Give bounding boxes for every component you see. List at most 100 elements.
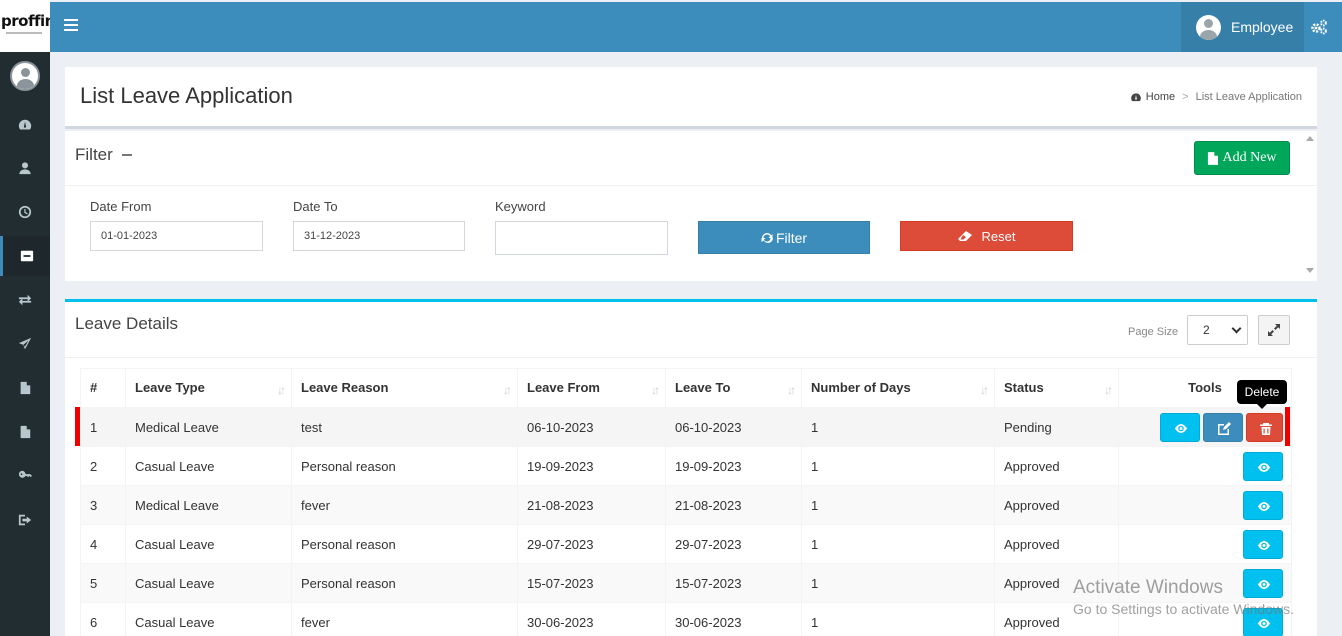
breadcrumb-home[interactable]: Home [1130,91,1175,103]
user-menu[interactable]: Employee [1181,2,1304,52]
exchange-icon [18,294,32,306]
cell-leave-type: Medical Leave [125,485,292,525]
add-new-button[interactable]: Add New [1194,141,1290,175]
table-row[interactable]: 1 Medical Leave test 06-10-2023 06-10-20… [80,407,1292,447]
view-button[interactable] [1160,412,1200,442]
cell-leave-reason: Personal reason [291,563,518,603]
divider [65,357,1317,358]
eye-icon [1258,501,1270,511]
eye-icon [1258,618,1270,628]
delete-button[interactable] [1246,412,1283,442]
keyword-input[interactable] [495,221,668,255]
sidebar-item-reports[interactable] [0,412,50,452]
column-header-leave-to[interactable]: Leave To ↓↑ [665,368,802,409]
view-button[interactable] [1243,529,1283,559]
keyword-label: Keyword [495,199,546,214]
table-row[interactable]: 4 Casual Leave Personal reason 29-07-202… [80,524,1292,564]
reset-button[interactable]: Reset [900,221,1073,251]
cell-number: 2 [80,446,126,486]
activation-watermark-subtitle: Go to Settings to activate Windows. [1073,601,1294,617]
activation-watermark-title: Activate Windows [1073,577,1223,598]
view-button[interactable] [1243,490,1283,520]
sidebar-item-profile[interactable] [0,148,50,188]
cell-leave-from: 15-07-2023 [517,563,666,603]
date-to-input[interactable]: 31-12-2023 [293,221,465,251]
cell-number: 5 [80,563,126,603]
column-header-status[interactable]: Status ↓↑ [994,368,1119,409]
edit-button[interactable] [1203,412,1243,442]
edit-icon [1218,421,1231,435]
cell-number-of-days: 1 [801,485,995,525]
filter-button-label: Filter [775,229,808,246]
view-button[interactable] [1243,451,1283,481]
eraser-icon [957,231,972,241]
sidebar-item-travel[interactable] [0,324,50,364]
sort-icon: ↓↑ [787,383,796,397]
filter-button[interactable]: Filter [698,221,870,254]
cell-leave-reason: fever [291,485,518,525]
filter-title-text: Filter [75,145,113,164]
date-from-input[interactable]: 01-01-2023 [90,221,263,251]
sidebar-item-dashboard[interactable] [0,105,50,145]
page-size-select[interactable]: 2 [1187,315,1248,345]
user-icon [19,162,31,175]
column-header-number-of-days[interactable]: Number of Days ↓↑ [801,368,995,409]
cell-leave-from: 30-06-2023 [517,602,666,636]
eye-icon [1258,579,1270,589]
sidebar-item-transfer[interactable] [0,280,50,320]
top-header: Employee [50,2,1342,52]
collapse-icon[interactable] [121,154,132,156]
sidebar-item-logout[interactable] [0,500,50,540]
cell-tools [1118,524,1292,564]
cell-leave-reason: Personal reason [291,446,518,486]
expand-button[interactable] [1258,315,1290,345]
leave-details-title: Leave Details [75,314,179,333]
user-name: Employee [1231,19,1294,35]
menu-toggle-icon[interactable] [64,19,78,33]
cell-leave-from: 21-08-2023 [517,485,666,525]
cell-tools [1118,485,1292,525]
cell-number-of-days: 1 [801,524,995,564]
date-from-label: Date From [90,199,152,214]
dashboard-icon [1130,92,1141,101]
sidebar-item-leave[interactable] [0,236,50,276]
cell-leave-to: 06-10-2023 [665,407,802,447]
plane-icon [18,337,32,350]
cell-leave-reason: fever [291,602,518,636]
view-button[interactable] [1243,568,1283,598]
cell-number: 3 [80,485,126,525]
cell-leave-reason: test [291,407,518,447]
sidebar-avatar[interactable] [10,61,40,91]
page-title: List Leave Application [80,83,293,108]
key-icon [18,470,32,478]
table-header-row: # Leave Type ↓↑ Leave Reason ↓↑ Leave From… [80,368,1292,409]
page-header: List Leave Application Home > List Leave… [65,67,1317,129]
column-header-leave-type[interactable]: Leave Type ↓↑ [125,368,292,409]
cell-leave-to: 15-07-2023 [665,563,802,603]
sidebar-item-attendance[interactable] [0,192,50,232]
cell-status: Approved [994,485,1119,525]
cell-number-of-days: 1 [801,563,995,603]
column-header-number[interactable]: # [80,368,126,409]
table-row[interactable]: 2 Casual Leave Personal reason 19-09-202… [80,446,1292,486]
leave-icon [20,250,33,262]
breadcrumb: Home > List Leave Application [1130,91,1302,103]
table-row[interactable]: 3 Medical Leave fever 21-08-2023 21-08-2… [80,485,1292,525]
sort-icon: ↓↑ [980,383,989,397]
date-to-label: Date To [293,199,338,214]
app-logo[interactable]: proffin [0,0,50,52]
reset-button-label: Reset [981,228,1016,244]
delete-tooltip: Delete [1237,380,1287,409]
scroll-up-arrow[interactable] [1306,136,1314,141]
scroll-down-arrow[interactable] [1306,268,1314,273]
sidebar-item-password[interactable] [0,456,50,496]
divider [65,185,1317,186]
column-header-leave-reason[interactable]: Leave Reason ↓↑ [291,368,518,409]
cell-leave-to: 30-06-2023 [665,602,802,636]
cell-leave-from: 19-09-2023 [517,446,666,486]
sidebar-item-documents[interactable] [0,368,50,408]
dashboard-icon [18,119,32,130]
gears-icon[interactable] [1310,19,1328,35]
add-new-label: Add New [1222,150,1277,165]
column-header-leave-from[interactable]: Leave From ↓↑ [517,368,666,409]
